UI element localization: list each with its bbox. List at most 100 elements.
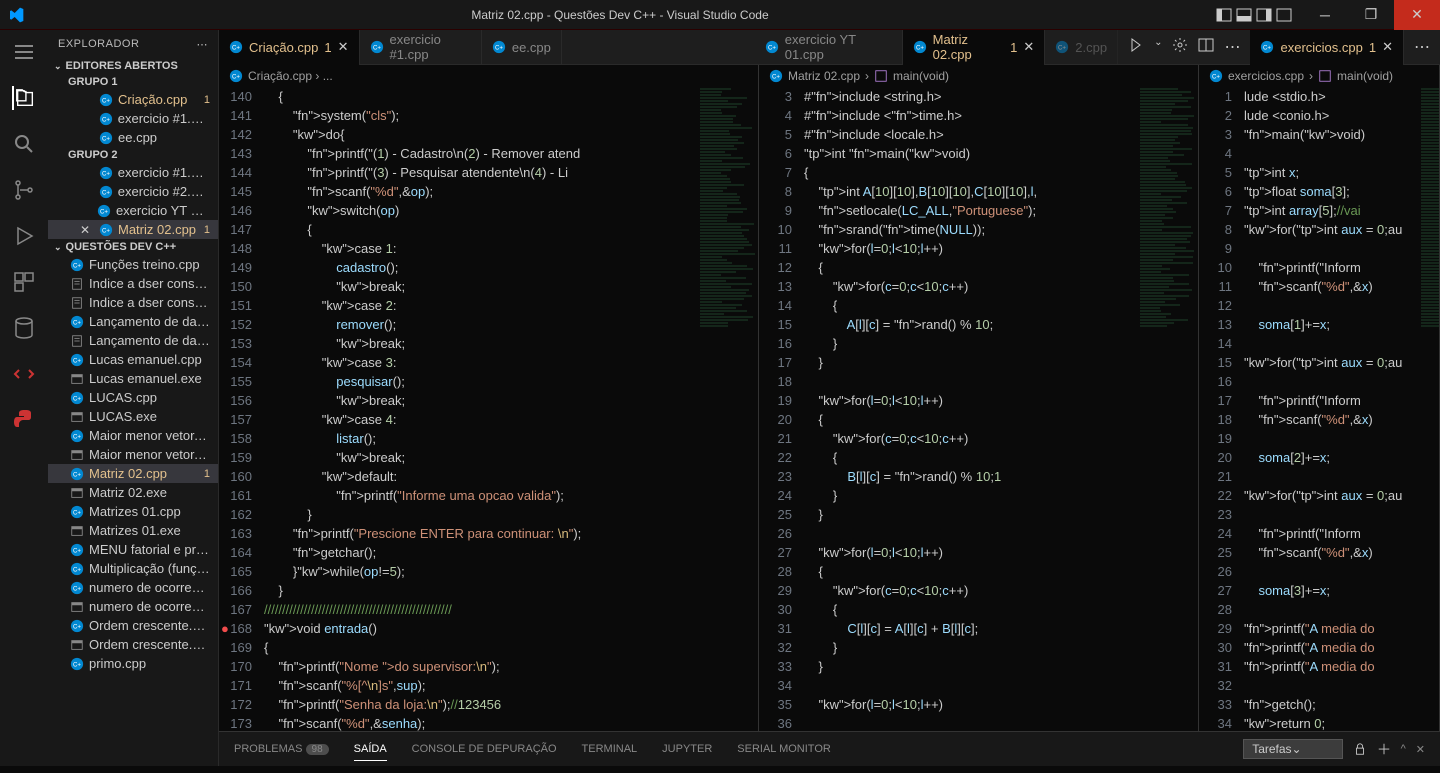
file-item[interactable]: numero de ocorrenci... (48, 597, 218, 616)
svg-text:C+: C+ (1058, 45, 1066, 52)
python-icon[interactable] (12, 408, 36, 432)
run-dropdown-icon[interactable]: ⌄ (1154, 37, 1162, 57)
panel-right-icon[interactable] (1256, 7, 1272, 23)
editor-tab[interactable]: C+exercicio YT 01.cpp (755, 30, 903, 65)
workspace-section[interactable]: ⌄QUESTÕES DEV C++ (48, 239, 218, 255)
debug-icon[interactable] (12, 224, 36, 248)
svg-text:C+: C+ (102, 170, 110, 177)
breadcrumb-1[interactable]: C+ Criação.cpp › ... (219, 65, 758, 87)
editor-tab[interactable]: C+exercicios.cpp 1 ✕ (1250, 30, 1404, 65)
jupyter-tab[interactable]: JUPYTER (662, 738, 712, 760)
svg-text:C+: C+ (73, 395, 81, 402)
file-item[interactable]: C+MENU fatorial e prim... (48, 540, 218, 559)
open-editor-item[interactable]: C+exercicio #1.cpp (48, 163, 218, 182)
search-icon[interactable] (12, 132, 36, 156)
split-icon[interactable] (1198, 37, 1214, 53)
sidebar: EXPLORADOR ⋯ ⌄EDITORES ABERTOS GRUPO 1 C… (48, 30, 219, 766)
editor-pane-2: C+ Matriz 02.cpp › main(void) 3456789101… (759, 65, 1199, 731)
file-item[interactable]: C+Lançamento de dado... (48, 312, 218, 331)
maximize-button[interactable]: ❐ (1348, 0, 1394, 30)
svg-text:C+: C+ (73, 319, 81, 326)
serial-monitor-tab[interactable]: SERIAL MONITOR (737, 738, 831, 760)
gear-icon[interactable] (1172, 37, 1188, 53)
output-tab[interactable]: SAÍDA (354, 738, 387, 761)
code-editor-2[interactable]: 3456789101112131415161718192021222324252… (759, 87, 1198, 731)
minimap-1[interactable] (698, 87, 758, 731)
editor-tab[interactable]: C+ee.cpp (482, 30, 562, 65)
file-item[interactable]: Indice a dser consulta... (48, 293, 218, 312)
code-editor-3[interactable]: 1234567891011121314151617181920212223242… (1199, 87, 1439, 731)
open-editors-section[interactable]: ⌄EDITORES ABERTOS (48, 58, 218, 74)
editor-tab[interactable]: C+Matriz 02.cpp 1 ✕ (903, 30, 1046, 65)
svg-text:C+: C+ (73, 509, 81, 516)
extensions-icon[interactable] (12, 270, 36, 294)
panel-left-icon[interactable] (1216, 7, 1232, 23)
open-editor-item[interactable]: C+Criação.cpp1 (48, 90, 218, 109)
file-item[interactable]: Lançamento de dado... (48, 331, 218, 350)
database-icon[interactable] (12, 316, 36, 340)
svg-text:C+: C+ (73, 471, 81, 478)
close-button[interactable]: ✕ (1394, 0, 1440, 30)
file-item[interactable]: Indice a dser consulta... (48, 274, 218, 293)
tabs-row: C+Criação.cpp 1 ✕C+exercicio #1.cppC+ee.… (219, 30, 1440, 65)
lock-icon[interactable] (1353, 742, 1367, 756)
file-list: C+Funções treino.cppIndice a dser consul… (48, 255, 218, 766)
panel-maximize-icon[interactable]: ^ (1401, 743, 1406, 755)
file-item[interactable]: C+numero de ocorrenci... (48, 578, 218, 597)
file-item[interactable]: C+Funções treino.cpp (48, 255, 218, 274)
file-item[interactable]: C+Multiplicação (funçõe... (48, 559, 218, 578)
breadcrumb-2[interactable]: C+ Matriz 02.cpp › main(void) (759, 65, 1198, 87)
editor-tab[interactable]: C+Criação.cpp 1 ✕ (219, 30, 360, 65)
file-item[interactable]: C+Matriz 02.cpp1 (48, 464, 218, 483)
clear-icon[interactable] (1377, 742, 1391, 756)
file-item[interactable]: Maior menor vetor.exe (48, 445, 218, 464)
debug-console-tab[interactable]: CONSOLE DE DEPURAÇÃO (412, 738, 557, 760)
more-icon[interactable]: ⋯ (197, 38, 209, 51)
svg-text:C+: C+ (772, 74, 780, 81)
menu-icon[interactable] (12, 40, 36, 64)
minimap-2[interactable] (1138, 87, 1198, 731)
source-control-icon[interactable] (12, 178, 36, 202)
file-item[interactable]: C+Ordem crescente.cpp (48, 616, 218, 635)
bottom-panel: PROBLEMAS 98 SAÍDA CONSOLE DE DEPURAÇÃO … (219, 731, 1440, 766)
run-icon[interactable] (1128, 37, 1144, 53)
svg-text:C+: C+ (73, 585, 81, 592)
activity-bar (0, 30, 48, 766)
file-item[interactable]: C+LUCAS.cpp (48, 388, 218, 407)
file-item[interactable]: C+Lucas emanuel.cpp (48, 350, 218, 369)
open-editor-item[interactable]: C+ee.cpp (48, 128, 218, 147)
open-editor-item[interactable]: C+exercicio #1.cpp (48, 109, 218, 128)
svg-text:C+: C+ (232, 45, 240, 52)
breadcrumb-3[interactable]: C+ exercicios.cpp › main(void) (1199, 65, 1439, 87)
explorer-icon[interactable] (12, 86, 36, 110)
file-item[interactable]: LUCAS.exe (48, 407, 218, 426)
tasks-dropdown[interactable]: Tarefas ⌄ (1243, 739, 1342, 759)
minimap-3[interactable] (1419, 87, 1439, 731)
file-item[interactable]: C+Maior menor vetor.cpp (48, 426, 218, 445)
terminal-tab[interactable]: TERMINAL (582, 738, 638, 760)
svg-text:C+: C+ (73, 433, 81, 440)
editor-tab[interactable]: C+2.cpp (1045, 30, 1118, 65)
panel-bottom-icon[interactable] (1236, 7, 1252, 23)
panel-close-icon[interactable]: ✕ (1416, 743, 1425, 756)
open-editor-item[interactable]: C+exercicio #2.cpp (48, 182, 218, 201)
problems-tab[interactable]: PROBLEMAS 98 (234, 738, 329, 760)
open-editor-item[interactable]: C+exercicio YT 01.c... (48, 201, 218, 220)
file-item[interactable]: Matrizes 01.exe (48, 521, 218, 540)
svg-text:C+: C+ (102, 227, 110, 234)
layout-icon[interactable] (1276, 7, 1292, 23)
open-editor-item[interactable]: ✕C+Matriz 02.cpp1 (48, 220, 218, 239)
file-item[interactable]: Lucas emanuel.exe (48, 369, 218, 388)
editor-tab[interactable]: C+exercicio #1.cpp (360, 30, 482, 65)
more-actions-icon[interactable]: ⋯ (1224, 37, 1240, 57)
code-editor-1[interactable]: 1401411421431441451461471481491501511521… (219, 87, 758, 731)
more-tabs-icon[interactable]: ⋯ (1404, 37, 1440, 57)
file-item[interactable]: Matriz 02.exe (48, 483, 218, 502)
minimize-button[interactable]: ─ (1302, 0, 1348, 30)
remote-icon[interactable] (12, 362, 36, 386)
svg-text:C+: C+ (495, 45, 503, 52)
file-item[interactable]: C+Matrizes 01.cpp (48, 502, 218, 521)
window-title: Matriz 02.cpp - Questões Dev C++ - Visua… (24, 8, 1216, 22)
file-item[interactable]: C+primo.cpp (48, 654, 218, 673)
file-item[interactable]: Ordem crescente.exe (48, 635, 218, 654)
